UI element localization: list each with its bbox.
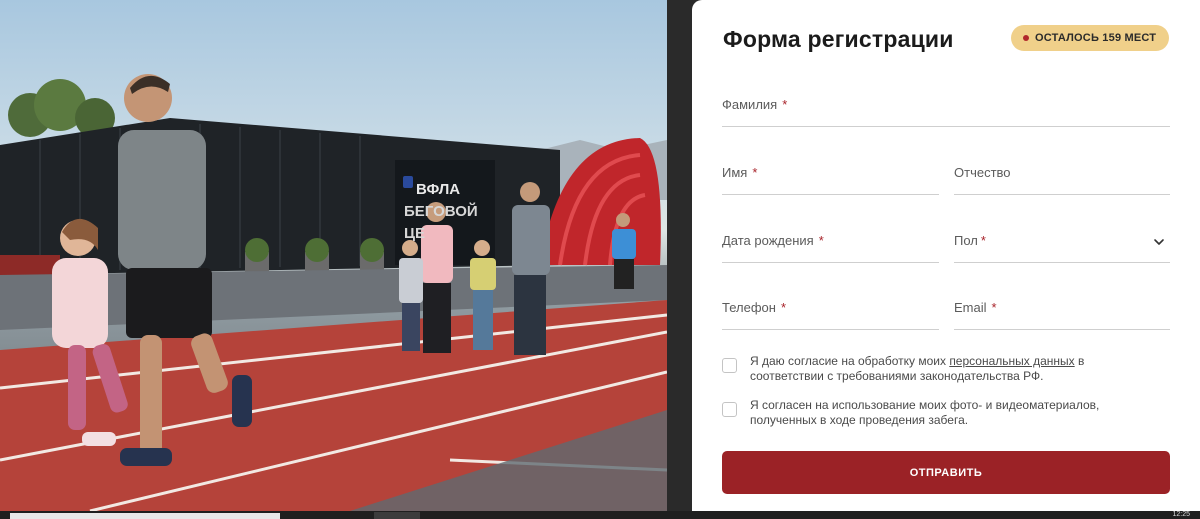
consent-media-text: Я согласен на использование моих фото- и… [750,398,1100,427]
birth-date-label: Дата рождения [722,233,814,248]
taskbar-app-button[interactable] [374,512,420,519]
submit-button[interactable]: ОТПРАВИТЬ [722,451,1170,494]
hero-photo-illustration: ВФЛА БЕГОВОЙ ЦЕ [0,74,667,511]
hero-photo: ВФЛА БЕГОВОЙ ЦЕ [0,0,667,511]
required-mark: * [818,233,824,248]
building-sign-line-3: ЦЕ [404,225,425,242]
status-dot-icon [1023,35,1029,41]
chevron-down-icon[interactable] [1152,235,1166,249]
required-mark: * [980,233,986,248]
required-mark: * [991,300,997,315]
consent-personal-data-row: Я даю согласие на обработку моих персона… [722,354,1130,384]
required-mark: * [782,97,788,112]
gender-select[interactable]: Пол * [954,225,1170,263]
seats-left-text: ОСТАЛОСЬ 159 МЕСТ [1035,32,1157,44]
seats-left-badge: ОСТАЛОСЬ 159 МЕСТ [1011,25,1170,51]
first-name-field[interactable]: Имя * [722,157,939,195]
middle-name-field[interactable]: Отчество [954,157,1170,195]
consent-text-part: Я даю согласие на обработку моих [750,354,950,368]
email-field[interactable]: Email * [954,292,1170,330]
phone-label: Телефон [722,300,776,315]
consent-personal-data-checkbox[interactable] [722,358,737,373]
taskbar-clock: 12:25 [1172,511,1190,518]
taskbar-thumbnail[interactable] [10,513,280,519]
last-name-field[interactable]: Фамилия * [722,89,1170,127]
consent-personal-data-text: Я даю согласие на обработку моих персона… [750,354,1130,384]
consent-media-checkbox[interactable] [722,402,737,417]
building-sign-line-1: ВФЛА [416,181,460,198]
registration-form: Форма регистрации ОСТАЛОСЬ 159 МЕСТ Фами… [692,0,1200,511]
personal-data-link[interactable]: персональных данных [949,354,1074,368]
taskbar: 12:25 [0,511,1200,519]
consent-media-row: Я согласен на использование моих фото- и… [722,398,1130,428]
middle-name-label: Отчество [954,165,1011,180]
building-sign-line-2: БЕГОВОЙ [404,202,478,220]
birth-date-field[interactable]: Дата рождения * [722,225,939,263]
last-name-label: Фамилия [722,97,778,112]
phone-field[interactable]: Телефон * [722,292,939,330]
required-mark: * [780,300,786,315]
first-name-label: Имя [722,165,748,180]
email-label: Email [954,300,987,315]
gender-label: Пол [954,233,978,248]
required-mark: * [752,165,758,180]
form-title: Форма регистрации [723,26,954,52]
